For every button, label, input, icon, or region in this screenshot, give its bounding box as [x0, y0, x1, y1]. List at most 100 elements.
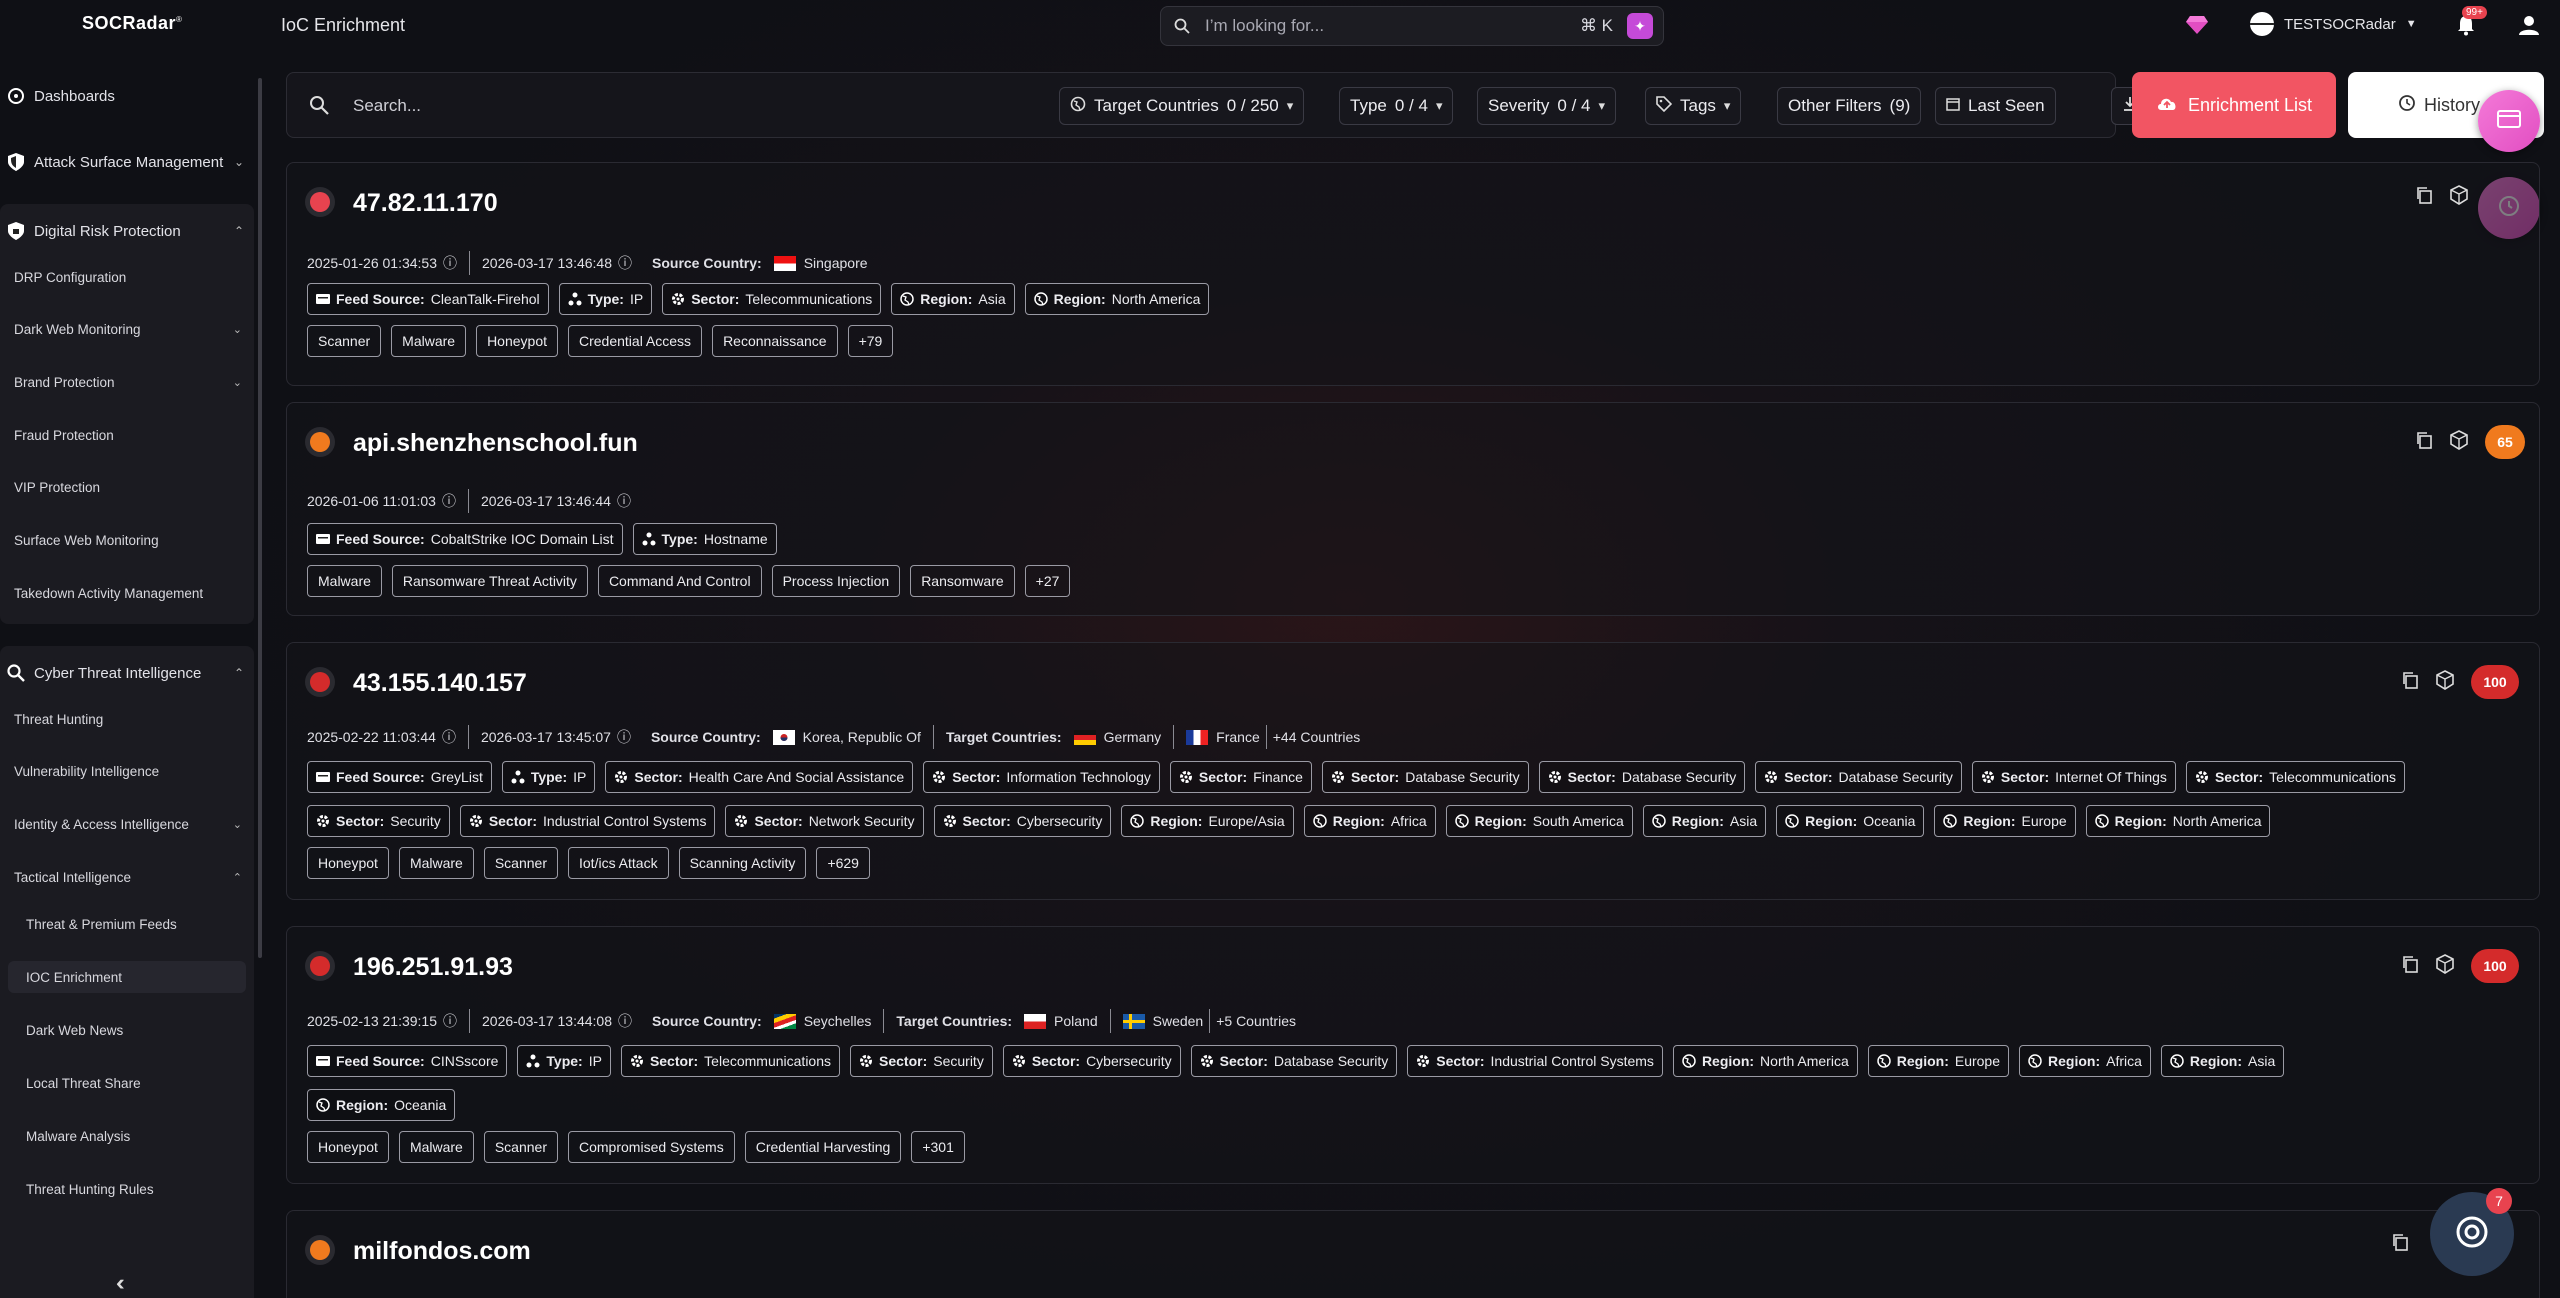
support-chat-button[interactable]: 7	[2430, 1188, 2514, 1276]
sidebar-item-cti[interactable]: Cyber Threat Intelligence ⌃	[0, 658, 254, 688]
attribute-chip[interactable]: Sector: Finance	[1169, 761, 1312, 793]
sidebar-item-malware-analysis[interactable]: Malware Analysis	[26, 1120, 246, 1152]
sidebar-item-asm[interactable]: Attack Surface Management ⌄	[0, 148, 254, 176]
info-icon[interactable]: ⓘ	[617, 491, 631, 511]
sidebar-item-drp-config[interactable]: DRP Configuration	[14, 270, 250, 285]
enrichment-list-button[interactable]: Enrichment List	[2132, 72, 2336, 138]
collapse-sidebar-icon[interactable]: ‹‹	[116, 1270, 124, 1296]
sidebar-scrollbar[interactable]	[258, 78, 262, 958]
attribute-chip[interactable]: Region: Africa	[1303, 805, 1436, 837]
sidebar-item-vip-protection[interactable]: VIP Protection	[14, 480, 250, 495]
tag-chip[interactable]: Credential Harvesting	[744, 1131, 902, 1163]
attribute-chip[interactable]: Feed Source: CINSscore	[307, 1045, 508, 1077]
attribute-chip[interactable]: Sector: Information Technology	[923, 761, 1160, 793]
tags-filter[interactable]: Tags ▾	[1645, 87, 1742, 125]
tag-chip[interactable]: Honeypot	[307, 847, 389, 879]
ioc-value[interactable]: milfondos.com	[353, 1237, 531, 1266]
info-icon[interactable]: ⓘ	[443, 253, 457, 273]
tag-chip[interactable]: Scanner	[483, 847, 558, 879]
attribute-chip[interactable]: Type: Hostname	[632, 523, 777, 555]
attribute-chip[interactable]: Sector: Database Security	[1321, 761, 1529, 793]
profile-icon[interactable]	[2518, 14, 2540, 41]
attribute-chip[interactable]: Sector: Security	[307, 805, 450, 837]
more-countries[interactable]: +5 Countries	[1216, 1013, 1296, 1029]
copy-icon[interactable]	[2415, 431, 2433, 454]
sidebar-item-dark-web-monitoring[interactable]: Dark Web Monitoring ⌄	[14, 322, 250, 337]
wallet-fab[interactable]	[2478, 90, 2540, 152]
global-search-placeholder[interactable]: I’m looking for...	[1205, 16, 1580, 36]
enrich-cube-icon[interactable]	[2435, 953, 2455, 979]
sidebar-item-ioc-enrichment[interactable]: IOC Enrichment	[8, 961, 246, 993]
copy-icon[interactable]	[2401, 955, 2419, 978]
ioc-card[interactable]: api.shenzhenschool.fun 65 2026-01-06 11:…	[286, 402, 2540, 616]
attribute-chip[interactable]: Sector: Telecommunications	[2185, 761, 2406, 793]
ioc-card[interactable]: 47.82.11.170 2025-01-26 01:34:53 ⓘ 2026-0…	[286, 162, 2540, 386]
ioc-value[interactable]: 43.155.140.157	[353, 669, 527, 698]
tag-chip[interactable]: Ransomware Threat Activity	[391, 565, 588, 597]
attribute-chip[interactable]: Sector: Security	[850, 1045, 993, 1077]
attribute-chip[interactable]: Sector: Industrial Control Systems	[1407, 1045, 1663, 1077]
attribute-chip[interactable]: Feed Source: CobaltStrike IOC Domain List	[307, 523, 623, 555]
attribute-chip[interactable]: Region: North America	[1672, 1045, 1858, 1077]
tag-chip[interactable]: Scanning Activity	[678, 847, 807, 879]
copy-icon[interactable]	[2401, 671, 2419, 694]
tag-chip[interactable]: Command And Control	[597, 565, 762, 597]
ai-sparkle-icon[interactable]: ✦	[1627, 13, 1653, 39]
tag-chip[interactable]: Honeypot	[476, 325, 558, 357]
attribute-chip[interactable]: Region: Europe/Asia	[1121, 805, 1294, 837]
attribute-chip[interactable]: Sector: Cybersecurity	[1002, 1045, 1181, 1077]
sidebar-item-surface-web-monitoring[interactable]: Surface Web Monitoring	[14, 533, 250, 548]
sidebar-item-local-threat-share[interactable]: Local Threat Share	[26, 1067, 246, 1099]
tag-chip[interactable]: +27	[1024, 565, 1071, 597]
sidebar-item-takedown[interactable]: Takedown Activity Management	[14, 586, 250, 601]
tag-chip[interactable]: Malware	[398, 1131, 474, 1163]
sidebar-item-dashboards[interactable]: Dashboards	[0, 82, 254, 110]
attribute-chip[interactable]: Sector: Database Security	[1755, 761, 1962, 793]
attribute-chip[interactable]: Region: Asia	[891, 283, 1015, 315]
global-search[interactable]: I’m looking for... ⌘ K ✦	[1160, 6, 1664, 46]
premium-gem-icon[interactable]	[2186, 16, 2208, 39]
tag-chip[interactable]: Scanner	[483, 1131, 558, 1163]
sidebar-item-identity-access[interactable]: Identity & Access Intelligence ⌄	[14, 817, 250, 832]
tag-chip[interactable]: Malware	[307, 565, 382, 597]
attribute-chip[interactable]: Sector: Network Security	[725, 805, 924, 837]
attribute-chip[interactable]: Sector: Health Care And Social Assistance	[605, 761, 914, 793]
attribute-chip[interactable]: Region: Oceania	[307, 1089, 456, 1121]
tag-chip[interactable]: Malware	[391, 325, 467, 357]
other-filters[interactable]: Other Filters (9)	[1777, 87, 1922, 125]
sidebar-item-tactical-intelligence[interactable]: Tactical Intelligence ⌃	[14, 870, 250, 885]
enrich-cube-icon[interactable]	[2435, 669, 2455, 695]
attribute-chip[interactable]: Sector: Cybersecurity	[933, 805, 1112, 837]
tag-chip[interactable]: Reconnaissance	[712, 325, 838, 357]
sidebar-item-drp[interactable]: Digital Risk Protection ⌃	[0, 216, 254, 246]
attribute-chip[interactable]: Region: Oceania	[1776, 805, 1925, 837]
last-seen-sort[interactable]: Last Seen	[1935, 87, 2056, 125]
attribute-chip[interactable]: Region: Africa	[2019, 1045, 2151, 1077]
attribute-chip[interactable]: Region: Asia	[2160, 1045, 2285, 1077]
ioc-card[interactable]: 43.155.140.157 100 2025-02-22 11:03:44 ⓘ …	[286, 642, 2540, 900]
attribute-chip[interactable]: Feed Source: GreyList	[307, 761, 492, 793]
attribute-chip[interactable]: Region: Europe	[1867, 1045, 2010, 1077]
type-filter[interactable]: Type 0 / 4 ▾	[1339, 87, 1454, 125]
info-icon[interactable]: ⓘ	[617, 727, 631, 747]
attribute-chip[interactable]: Region: South America	[1445, 805, 1633, 837]
tag-chip[interactable]: Credential Access	[568, 325, 703, 357]
tag-chip[interactable]: Process Injection	[771, 565, 901, 597]
attribute-chip[interactable]: Region: North America	[1024, 283, 1210, 315]
attribute-chip[interactable]: Region: Asia	[1642, 805, 1767, 837]
attribute-chip[interactable]: Type: IP	[517, 1045, 611, 1077]
sidebar-item-dark-web-news[interactable]: Dark Web News	[26, 1014, 246, 1046]
user-menu[interactable]: TESTSOCRadar ▼	[2250, 12, 2417, 36]
info-icon[interactable]: ⓘ	[443, 1011, 457, 1031]
tag-chip[interactable]: Scanner	[307, 325, 382, 357]
logo[interactable]: SOCRadar®	[82, 13, 182, 34]
tag-chip[interactable]: +79	[847, 325, 894, 357]
info-icon[interactable]: ⓘ	[442, 491, 456, 511]
tag-chip[interactable]: +301	[911, 1131, 965, 1163]
info-icon[interactable]: ⓘ	[618, 1011, 632, 1031]
attribute-chip[interactable]: Sector: Telecommunications	[620, 1045, 841, 1077]
copy-icon[interactable]	[2415, 186, 2433, 209]
tag-chip[interactable]: Compromised Systems	[568, 1131, 735, 1163]
attribute-chip[interactable]: Sector: Database Security	[1190, 1045, 1398, 1077]
tag-chip[interactable]: Honeypot	[307, 1131, 389, 1163]
